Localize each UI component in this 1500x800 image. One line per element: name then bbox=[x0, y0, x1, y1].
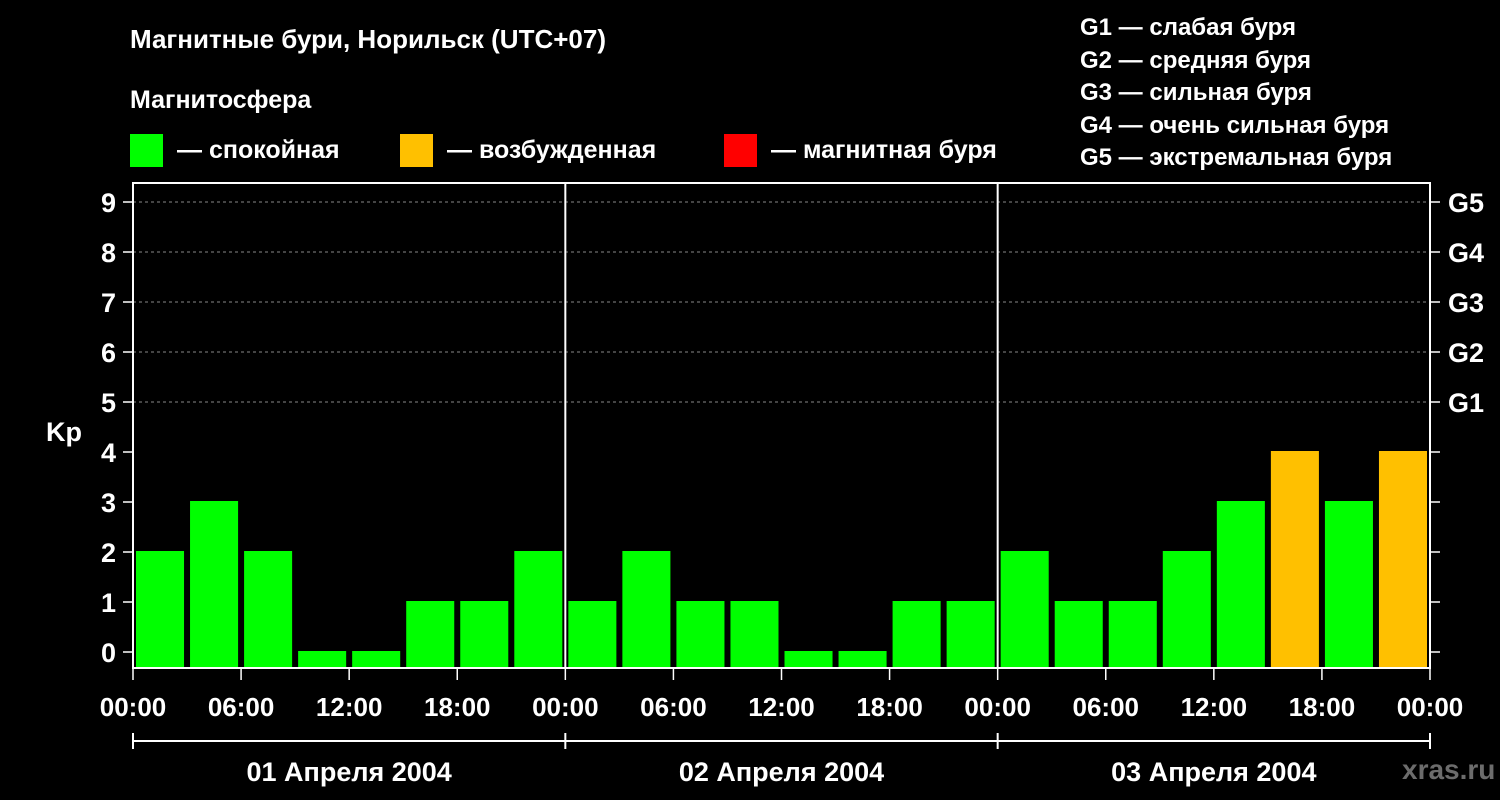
x-tick-label: 06:00 bbox=[208, 692, 275, 722]
x-tick-label: 00:00 bbox=[532, 692, 599, 722]
x-tick-label: 00:00 bbox=[964, 692, 1031, 722]
x-tick-label: 12:00 bbox=[748, 692, 815, 722]
g-scale-label: G2 bbox=[1448, 338, 1484, 368]
day-label: 03 Апреля 2004 bbox=[1111, 757, 1316, 787]
kp-bar bbox=[298, 651, 347, 668]
kp-bar bbox=[730, 601, 779, 668]
g-scale-label: G4 bbox=[1448, 238, 1484, 268]
x-tick-label: 18:00 bbox=[424, 692, 491, 722]
g-scale-label: G1 bbox=[1448, 388, 1484, 418]
kp-bar bbox=[1054, 601, 1103, 668]
y-tick-label: 0 bbox=[101, 638, 116, 668]
kp-bar bbox=[190, 501, 239, 668]
kp-bar bbox=[514, 551, 563, 668]
kp-bar bbox=[784, 651, 833, 668]
y-tick-label: 2 bbox=[101, 538, 116, 568]
x-tick-label: 18:00 bbox=[1289, 692, 1356, 722]
day-label: 01 Апреля 2004 bbox=[247, 757, 452, 787]
x-tick-label: 12:00 bbox=[1181, 692, 1248, 722]
kp-bar bbox=[1162, 551, 1211, 668]
y-tick-label: 7 bbox=[101, 288, 116, 318]
x-tick-label: 00:00 bbox=[1397, 692, 1464, 722]
kp-bar bbox=[136, 551, 185, 668]
y-tick-label: 9 bbox=[101, 188, 116, 218]
kp-bar-chart: 0 1 2 3 4 5 6 7 8 9 G1 G2 G3 G4 G5 Kp 00:00 06:00 12:00 18:… bbox=[46, 182, 1484, 787]
g-scale-label: G3 bbox=[1448, 288, 1484, 318]
watermark: xras.ru bbox=[1402, 754, 1496, 785]
y-axis-label: Kp bbox=[46, 417, 82, 447]
y-tick-label: 3 bbox=[101, 488, 116, 518]
y-tick-label: 4 bbox=[101, 438, 116, 468]
kp-bar bbox=[1324, 501, 1373, 668]
kp-bar bbox=[892, 601, 941, 668]
y-tick-label: 1 bbox=[101, 588, 116, 618]
kp-bar bbox=[1270, 451, 1319, 668]
kp-bar bbox=[838, 651, 887, 668]
kp-bar bbox=[406, 601, 455, 668]
kp-bar bbox=[622, 551, 671, 668]
kp-bar bbox=[352, 651, 401, 668]
x-tick-label: 18:00 bbox=[856, 692, 923, 722]
y-tick-label: 6 bbox=[101, 338, 116, 368]
kp-bar bbox=[1108, 601, 1157, 668]
kp-bar bbox=[1000, 551, 1049, 668]
kp-bar bbox=[946, 601, 995, 668]
kp-bar bbox=[568, 601, 617, 668]
day-label: 02 Апреля 2004 bbox=[679, 757, 884, 787]
kp-bar bbox=[676, 601, 725, 668]
kp-bar bbox=[460, 601, 509, 668]
x-tick-label: 06:00 bbox=[640, 692, 707, 722]
x-tick-label: 06:00 bbox=[1073, 692, 1140, 722]
kp-bar bbox=[1216, 501, 1265, 668]
x-tick-label: 00:00 bbox=[100, 692, 167, 722]
y-tick-label: 5 bbox=[101, 388, 116, 418]
kp-bar bbox=[1378, 451, 1427, 668]
g-scale-label: G5 bbox=[1448, 188, 1484, 218]
x-tick-label: 12:00 bbox=[316, 692, 383, 722]
kp-bar bbox=[244, 551, 293, 668]
y-tick-label: 8 bbox=[101, 238, 116, 268]
